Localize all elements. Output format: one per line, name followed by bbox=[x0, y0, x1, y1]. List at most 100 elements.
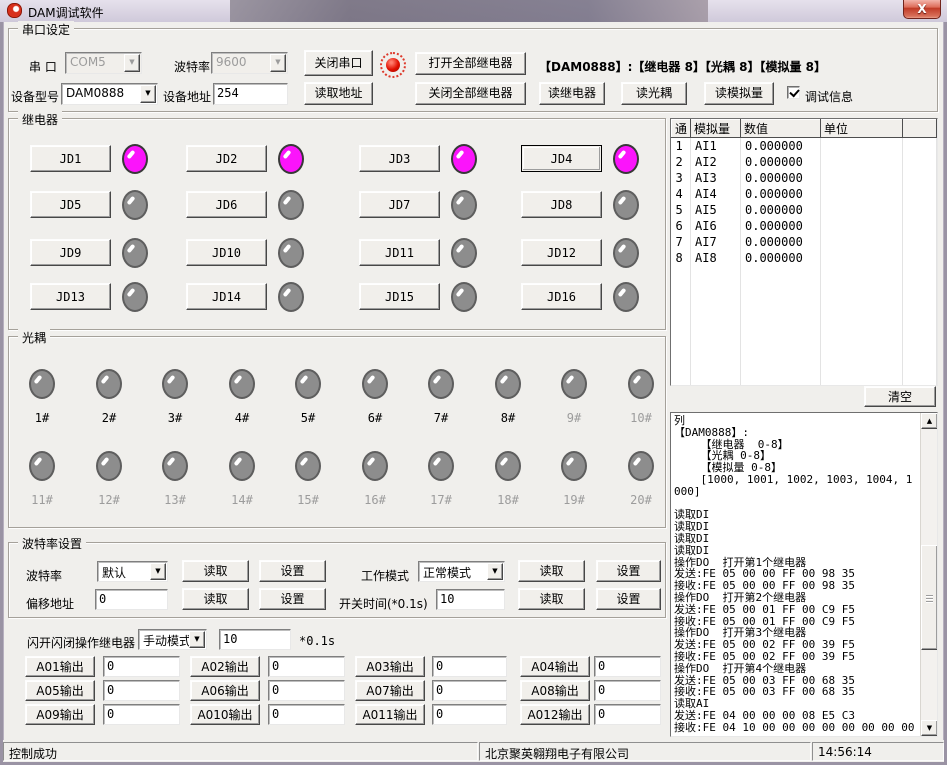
close-serial-button[interactable]: 关闭串口 bbox=[304, 50, 373, 76]
close-all-relays-button[interactable]: 关闭全部继电器 bbox=[415, 82, 526, 105]
switch-time-read-button[interactable]: 读取 bbox=[518, 588, 585, 610]
relay-button-jd3[interactable]: JD3 bbox=[359, 145, 440, 172]
table-cell bbox=[903, 138, 937, 154]
analog-table-header-1[interactable]: 模拟量 bbox=[691, 120, 741, 138]
debug-log-panel[interactable]: 列 【DAM0888】: 【继电器 0-8】 【光耦 0-8】 【模拟量 0-8… bbox=[670, 412, 938, 737]
output-value-input-a012[interactable]: 0 bbox=[594, 704, 661, 725]
output-button-a07[interactable]: A07输出 bbox=[355, 680, 425, 701]
close-button[interactable]: X bbox=[903, 0, 941, 19]
work-mode-select[interactable]: 正常模式▼ bbox=[418, 561, 505, 582]
output-button-a08[interactable]: A08输出 bbox=[520, 680, 590, 701]
relay-button-jd7[interactable]: JD7 bbox=[359, 191, 440, 218]
read-opto-button[interactable]: 读光耦 bbox=[621, 82, 687, 105]
flash-mode-select[interactable]: 手动模式▼ bbox=[138, 629, 207, 650]
baud-read-button[interactable]: 读取 bbox=[182, 560, 249, 582]
read-relay-button[interactable]: 读继电器 bbox=[539, 82, 605, 105]
output-value-input-a04[interactable]: 0 bbox=[594, 656, 661, 677]
opto-indicator-18 bbox=[495, 451, 521, 481]
table-row: 7AI70.000000 bbox=[672, 234, 937, 250]
baud-set-button[interactable]: 设置 bbox=[259, 560, 326, 582]
relay-button-jd6[interactable]: JD6 bbox=[186, 191, 267, 218]
output-button-a03[interactable]: A03输出 bbox=[355, 656, 425, 677]
relay-button-jd4[interactable]: JD4 bbox=[521, 145, 602, 172]
relay-button-jd1[interactable]: JD1 bbox=[30, 145, 111, 172]
scroll-down-icon[interactable]: ▼ bbox=[921, 720, 938, 736]
opto-label-19: 19# bbox=[553, 493, 595, 507]
table-cell bbox=[672, 282, 691, 298]
table-cell bbox=[903, 330, 937, 346]
read-analog-button[interactable]: 读模拟量 bbox=[704, 82, 774, 105]
relay-group-title: 继电器 bbox=[18, 111, 62, 128]
output-value-input-a01[interactable]: 0 bbox=[103, 656, 180, 677]
table-cell bbox=[741, 282, 821, 298]
output-value-input-a010[interactable]: 0 bbox=[268, 704, 345, 725]
output-button-a06[interactable]: A06输出 bbox=[190, 680, 260, 701]
opto-label-6: 6# bbox=[354, 411, 396, 425]
chevron-down-icon: ▼ bbox=[270, 54, 286, 72]
output-button-a012[interactable]: A012输出 bbox=[520, 704, 590, 725]
table-cell bbox=[821, 298, 903, 314]
serial-status-led-icon bbox=[386, 58, 400, 72]
scrollbar-thumb[interactable] bbox=[921, 545, 938, 650]
table-cell bbox=[741, 330, 821, 346]
scroll-up-icon[interactable]: ▲ bbox=[921, 413, 938, 429]
output-value-input-a09[interactable]: 0 bbox=[103, 704, 180, 725]
switch-time-input[interactable]: 10 bbox=[436, 589, 505, 610]
read-address-button[interactable]: 读取地址 bbox=[304, 82, 373, 105]
output-value-input-a03[interactable]: 0 bbox=[432, 656, 507, 677]
flash-time-input[interactable]: 10 bbox=[219, 629, 291, 650]
debug-info-checkbox[interactable] bbox=[787, 86, 800, 99]
table-cell: 5 bbox=[672, 202, 691, 218]
analog-table-header-4[interactable] bbox=[903, 120, 937, 138]
close-icon: X bbox=[917, 2, 926, 16]
table-cell: 2 bbox=[672, 154, 691, 170]
analog-table-header-3[interactable]: 单位 bbox=[821, 120, 903, 138]
output-value-input-a02[interactable]: 0 bbox=[268, 656, 345, 677]
analog-table-header-0[interactable]: 通 bbox=[672, 120, 691, 138]
baud-settings-group: 波特率设置 波特率 默认▼ 读取 设置 工作模式 正常模式▼ 读取 设置 偏移地… bbox=[8, 542, 666, 618]
analog-table-header-2[interactable]: 数值 bbox=[741, 120, 821, 138]
clear-log-button[interactable]: 清空 bbox=[864, 386, 936, 407]
output-value-input-a07[interactable]: 0 bbox=[432, 680, 507, 701]
output-value-input-a05[interactable]: 0 bbox=[103, 680, 180, 701]
output-value-input-a06[interactable]: 0 bbox=[268, 680, 345, 701]
table-row-empty bbox=[672, 314, 937, 330]
output-button-a011[interactable]: A011输出 bbox=[355, 704, 425, 725]
switch-time-set-button[interactable]: 设置 bbox=[596, 588, 661, 610]
output-button-a01[interactable]: A01输出 bbox=[25, 656, 95, 677]
relay-button-jd8[interactable]: JD8 bbox=[521, 191, 602, 218]
device-model-select[interactable]: DAM0888▼ bbox=[61, 83, 158, 105]
relay-button-jd5[interactable]: JD5 bbox=[30, 191, 111, 218]
output-button-a02[interactable]: A02输出 bbox=[190, 656, 260, 677]
offset-read-button[interactable]: 读取 bbox=[182, 588, 249, 610]
offset-set-button[interactable]: 设置 bbox=[259, 588, 326, 610]
chevron-down-icon: ▼ bbox=[189, 631, 205, 648]
output-button-a04[interactable]: A04输出 bbox=[520, 656, 590, 677]
table-row-empty bbox=[672, 266, 937, 282]
output-button-a09[interactable]: A09输出 bbox=[25, 704, 95, 725]
baudrate-select: 9600▼ bbox=[211, 52, 288, 74]
output-value-input-a08[interactable]: 0 bbox=[594, 680, 661, 701]
table-cell bbox=[691, 266, 741, 282]
log-scrollbar[interactable]: ▲ ▼ bbox=[920, 413, 937, 736]
opto-label-12: 12# bbox=[88, 493, 130, 507]
output-value-input-a011[interactable]: 0 bbox=[432, 704, 507, 725]
open-all-relays-button[interactable]: 打开全部继电器 bbox=[415, 52, 526, 75]
opto-label-11: 11# bbox=[21, 493, 63, 507]
table-row: 5AI50.000000 bbox=[672, 202, 937, 218]
output-button-a010[interactable]: A010输出 bbox=[190, 704, 260, 725]
output-button-a05[interactable]: A05输出 bbox=[25, 680, 95, 701]
work-mode-set-button[interactable]: 设置 bbox=[596, 560, 661, 582]
baud-default-select[interactable]: 默认▼ bbox=[97, 561, 168, 582]
opto-group: 光耦 1#2#3#4#5#6#7#8#9#10#11#12#13#14#15#1… bbox=[8, 336, 666, 528]
table-cell: AI7 bbox=[691, 234, 741, 250]
table-cell bbox=[821, 218, 903, 234]
offset-address-input[interactable]: 0 bbox=[95, 589, 168, 610]
table-cell bbox=[903, 170, 937, 186]
work-mode-read-button[interactable]: 读取 bbox=[518, 560, 585, 582]
relay-button-jd14: JD14 bbox=[186, 283, 267, 310]
relay-button-jd2[interactable]: JD2 bbox=[186, 145, 267, 172]
relay-indicator-jd6 bbox=[278, 190, 304, 220]
opto-indicator-3 bbox=[162, 369, 188, 399]
device-address-input[interactable]: 254 bbox=[213, 83, 288, 105]
